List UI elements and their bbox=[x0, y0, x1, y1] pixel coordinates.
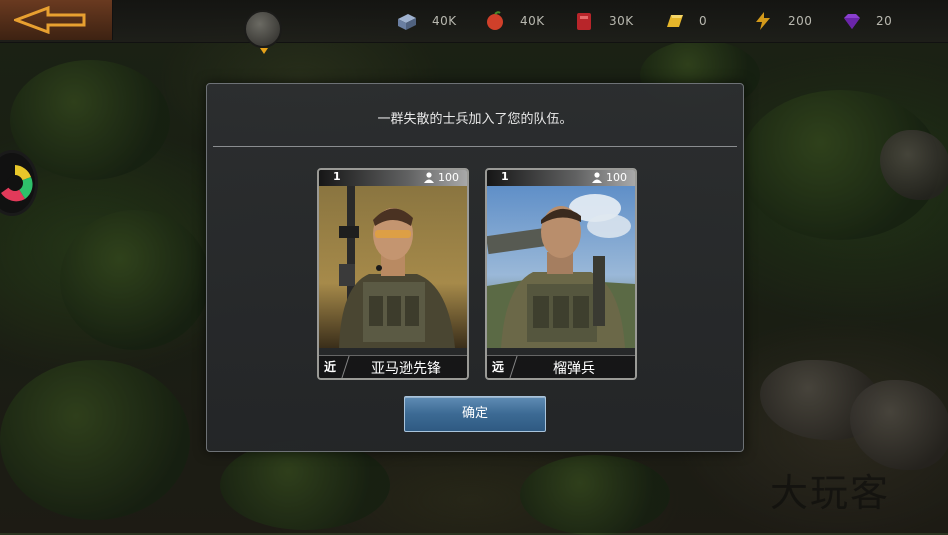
fuel-value: 30K bbox=[609, 14, 634, 28]
range-type-badge: 远 bbox=[492, 360, 505, 374]
resource-bar: 40K 40K 30K 0 200 20 bbox=[0, 0, 948, 54]
supplies-value: 40K bbox=[432, 14, 457, 28]
unit-capacity: 100 bbox=[606, 171, 627, 184]
unit-card-vanguard[interactable]: 1 100 近 亚马逊先锋 bbox=[317, 168, 469, 380]
diamond-icon bbox=[844, 14, 860, 29]
unit-level: 1 bbox=[501, 170, 509, 183]
color-wheel-icon bbox=[1, 165, 33, 202]
unit-name: 亚马逊先锋 bbox=[371, 361, 441, 377]
person-icon bbox=[592, 172, 602, 183]
range-type-badge: 近 bbox=[324, 360, 337, 374]
food-value: 40K bbox=[520, 14, 545, 28]
confirm-button[interactable]: 确定 bbox=[404, 396, 546, 432]
food-icon bbox=[487, 11, 503, 30]
back-button[interactable] bbox=[0, 0, 113, 40]
energy-bolt-icon bbox=[756, 12, 770, 30]
supply-crate-icon bbox=[398, 14, 416, 30]
card-footer: 近 亚马逊先锋 bbox=[319, 355, 467, 378]
base-emblem-icon[interactable] bbox=[244, 10, 282, 54]
soldier-portrait-grenadier bbox=[487, 186, 635, 348]
card-footer: 远 榴弹兵 bbox=[487, 355, 635, 378]
back-arrow-icon bbox=[14, 6, 86, 34]
person-icon bbox=[424, 172, 434, 183]
watermark-logo: 大玩客 bbox=[770, 471, 891, 515]
unit-capacity: 100 bbox=[438, 171, 459, 184]
resource-supplies[interactable]: 40K bbox=[396, 10, 457, 32]
energy-value: 200 bbox=[788, 14, 813, 28]
resource-diamonds[interactable]: 20 bbox=[840, 10, 892, 32]
dialog-message: 一群失散的士兵加入了您的队伍。 bbox=[377, 112, 573, 127]
unit-name: 榴弹兵 bbox=[553, 361, 595, 377]
gold-value: 0 bbox=[699, 14, 708, 28]
resource-gold[interactable]: 0 bbox=[663, 10, 707, 32]
gold-bar-icon bbox=[667, 15, 683, 27]
fuel-icon bbox=[577, 13, 591, 30]
resource-food[interactable]: 40K bbox=[484, 10, 545, 32]
unit-card-grenadier[interactable]: 1 100 远 榴弹兵 bbox=[485, 168, 637, 380]
resource-energy[interactable]: 200 bbox=[752, 10, 812, 32]
diamonds-value: 20 bbox=[876, 14, 893, 28]
reward-dialog: 一群失散的士兵加入了您的队伍。 1 100 近 亚马逊先锋 1 100 远 榴弹… bbox=[206, 83, 744, 452]
unit-level: 1 bbox=[333, 170, 341, 183]
divider bbox=[213, 146, 737, 147]
resource-fuel[interactable]: 30K bbox=[573, 10, 634, 32]
soldier-portrait-vanguard bbox=[319, 186, 467, 348]
